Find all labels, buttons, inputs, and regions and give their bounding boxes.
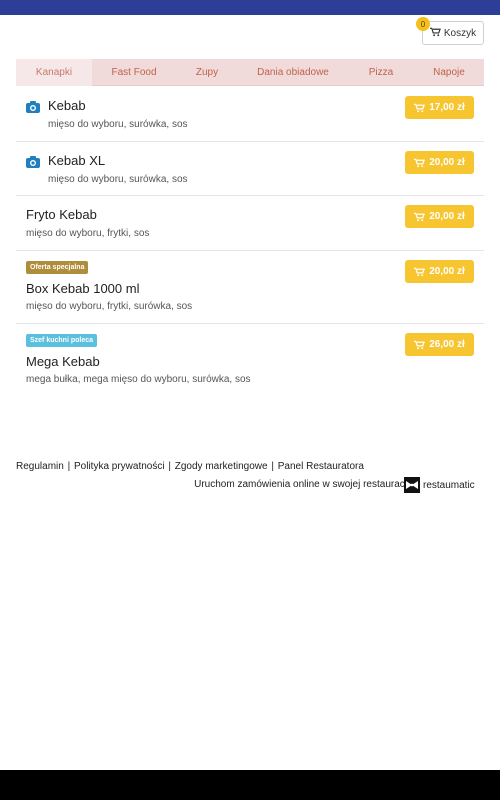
logo-text: restaumatic — [423, 479, 475, 491]
item-price: 17,00 zł — [429, 102, 465, 113]
footer-separator: | — [168, 461, 171, 472]
chef-recommends-badge: Szef kuchni poleca — [26, 334, 98, 347]
item-name: Box Kebab 1000 ml — [26, 281, 140, 296]
add-to-cart-button[interactable]: 17,00 zł — [405, 96, 474, 119]
tab-kanapki[interactable]: Kanapki — [16, 59, 92, 86]
tab-zupy[interactable]: Zupy — [176, 59, 238, 86]
camera-icon[interactable] — [26, 156, 40, 168]
item-description: mięso do wyboru, surówka, sos — [48, 119, 188, 130]
cart-count-badge: 0 — [416, 17, 430, 31]
category-tabs: Kanapki Fast Food Zupy Dania obiadowe Pi… — [16, 59, 484, 86]
item-price: 20,00 zł — [429, 157, 465, 168]
footer-separator: | — [271, 461, 274, 472]
cart-label: Koszyk — [443, 27, 477, 39]
item-name: Kebab — [48, 98, 86, 113]
footer-link-marketing-consents[interactable]: Zgody marketingowe — [175, 461, 268, 472]
item-description: mięso do wyboru, frytki, surówka, sos — [26, 301, 193, 312]
item-description: mega bułka, mega mięso do wyboru, surówk… — [26, 374, 251, 385]
item-name: Fryto Kebab — [26, 207, 97, 222]
camera-icon[interactable] — [26, 101, 40, 113]
footer-links: Regulamin | Polityka prywatności | Zgody… — [16, 461, 364, 472]
tab-pizza[interactable]: Pizza — [348, 59, 414, 86]
add-to-cart-button[interactable]: 20,00 zł — [405, 260, 474, 283]
item-name: Mega Kebab — [26, 354, 100, 369]
tab-napoje[interactable]: Napoje — [414, 59, 484, 86]
restaumatic-logo[interactable]: restaumatic — [404, 476, 484, 494]
menu-item[interactable]: Fryto Kebab mięso do wyboru, frytki, sos… — [16, 196, 484, 251]
cart-button[interactable]: Koszyk — [422, 21, 484, 45]
menu-item[interactable]: Szef kuchni poleca Mega Kebab mega bułka… — [16, 324, 484, 394]
footer-separator: | — [67, 461, 71, 472]
footer-link-restaurant-panel[interactable]: Panel Restauratora — [278, 461, 364, 472]
item-name: Kebab XL — [48, 153, 106, 168]
shopping-cart-icon — [414, 103, 426, 112]
menu-item[interactable]: Oferta specjalna Box Kebab 1000 ml mięso… — [16, 251, 484, 324]
add-to-cart-button[interactable]: 26,00 zł — [405, 333, 474, 356]
shopping-cart-icon — [414, 212, 426, 221]
item-price: 20,00 zł — [429, 266, 465, 277]
item-price: 26,00 zł — [429, 339, 465, 350]
footer-link-privacy[interactable]: Polityka prywatności — [74, 461, 165, 472]
tab-fast-food[interactable]: Fast Food — [92, 59, 176, 86]
item-price: 20,00 zł — [429, 211, 465, 222]
shopping-cart-icon — [429, 27, 441, 40]
footer-link-regulamin[interactable]: Regulamin — [16, 461, 64, 472]
shopping-cart-icon — [414, 158, 426, 167]
tab-dania-obiadowe[interactable]: Dania obiadowe — [238, 59, 348, 86]
promo-text[interactable]: Uruchom zamówienia online w swojej resta… — [194, 479, 412, 490]
system-navigation-bar — [0, 770, 500, 800]
add-to-cart-button[interactable]: 20,00 zł — [405, 205, 474, 228]
special-offer-badge: Oferta specjalna — [26, 261, 89, 274]
menu-item[interactable]: Kebab XL mięso do wyboru, surówka, sos 2… — [16, 142, 484, 196]
menu-item[interactable]: Kebab mięso do wyboru, surówka, sos 17,0… — [16, 87, 484, 142]
add-to-cart-button[interactable]: 20,00 zł — [405, 151, 474, 174]
item-description: mięso do wyboru, surówka, sos — [48, 174, 188, 185]
shopping-cart-icon — [414, 267, 426, 276]
bowtie-icon — [404, 477, 420, 493]
shopping-cart-icon — [414, 340, 426, 349]
item-description: mięso do wyboru, frytki, sos — [26, 228, 150, 239]
top-app-bar — [0, 0, 500, 15]
